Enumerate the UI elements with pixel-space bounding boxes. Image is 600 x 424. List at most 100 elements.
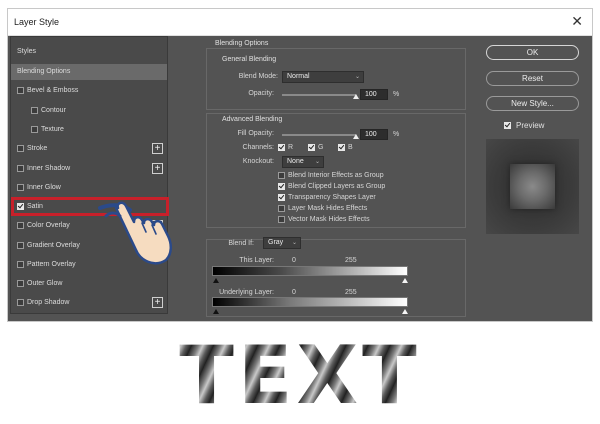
blend-mode-label: Blend Mode: — [238, 73, 278, 80]
underlying-layer-white-handle[interactable] — [402, 309, 408, 314]
blend-if-label: Blend If: — [228, 240, 254, 247]
blend-if-value: Gray — [268, 239, 284, 246]
opacity-unit: % — [393, 91, 400, 98]
checkbox-icon[interactable] — [17, 165, 24, 172]
checkbox-icon[interactable] — [17, 184, 24, 191]
ok-button[interactable]: OK — [486, 45, 579, 60]
new-style-button[interactable]: New Style... — [486, 96, 579, 111]
channel-g-label: G — [318, 144, 324, 151]
chevron-down-icon: ⌄ — [314, 159, 320, 165]
checkbox-checked-icon — [308, 144, 315, 151]
advanced-blending-title: Advanced Blending — [222, 116, 283, 123]
style-item-inner-shadow[interactable]: Inner Shadow + — [11, 161, 167, 177]
style-item-stroke[interactable]: Stroke + — [11, 141, 167, 157]
option-label: Layer Mask Hides Effects — [288, 205, 368, 212]
knockout-label: Knockout: — [242, 158, 274, 165]
this-layer-white-handle[interactable] — [402, 278, 408, 283]
this-layer-gradient-bar[interactable] — [212, 266, 408, 276]
pointing-hand-icon — [98, 201, 172, 265]
style-item-styles[interactable]: Styles — [11, 44, 167, 60]
opacity-label: Opacity: — [248, 90, 274, 97]
checkbox-icon[interactable] — [31, 107, 38, 114]
reset-button[interactable]: Reset — [486, 71, 579, 86]
styles-panel: Styles Blending Options Bevel & Emboss Cont… — [10, 36, 168, 314]
checkbox-checked-icon — [278, 144, 285, 151]
fill-opacity-slider-thumb[interactable] — [353, 134, 359, 139]
style-item-outer-glow[interactable]: Outer Glow — [11, 276, 167, 292]
style-item-bevel-emboss[interactable]: Bevel & Emboss — [11, 83, 167, 99]
checkbox-checked-icon — [278, 194, 285, 201]
fill-opacity-unit: % — [393, 131, 400, 138]
checkbox-icon — [278, 172, 285, 179]
style-item-label: Drop Shadow — [27, 299, 70, 306]
preview-label: Preview — [516, 121, 545, 130]
style-item-blending-options[interactable]: Blending Options — [11, 64, 167, 80]
blend-mode-value: Normal — [287, 73, 310, 80]
underlying-layer-label: Underlying Layer: — [219, 289, 274, 296]
close-icon[interactable]: ✕ — [571, 13, 583, 29]
style-item-inner-glow[interactable]: Inner Glow — [11, 180, 167, 196]
general-blending-title: General Blending — [222, 56, 277, 63]
opacity-input[interactable]: 100 — [360, 89, 388, 100]
underlying-layer-min: 0 — [292, 289, 296, 296]
option-label: Blend Interior Effects as Group — [288, 172, 384, 179]
style-item-label: Inner Shadow — [27, 165, 71, 172]
checkbox-icon[interactable] — [17, 222, 24, 229]
style-item-label: Contour — [41, 107, 66, 114]
fill-opacity-label: Fill Opacity: — [237, 130, 274, 137]
fill-opacity-slider-track[interactable] — [282, 134, 356, 136]
checkbox-icon[interactable] — [17, 145, 24, 152]
this-layer-max: 255 — [345, 257, 357, 264]
add-effect-plus-icon[interactable]: + — [152, 297, 163, 308]
add-effect-plus-icon[interactable]: + — [152, 163, 163, 174]
blending-options-title: Blending Options — [215, 40, 269, 47]
channel-b-label: B — [348, 144, 353, 151]
style-item-label: Pattern Overlay — [27, 261, 76, 268]
blend-mode-select[interactable]: Normal ⌄ — [282, 71, 364, 83]
underlying-layer-max: 255 — [345, 289, 357, 296]
checkbox-icon[interactable] — [31, 126, 38, 133]
chevron-down-icon: ⌄ — [291, 240, 297, 246]
style-item-label: Styles — [17, 48, 37, 55]
checkbox-checked-icon — [278, 183, 285, 190]
checkbox-checked-icon — [504, 122, 511, 129]
checkbox-icon[interactable] — [17, 261, 24, 268]
title-bar: Layer Style ✕ — [8, 9, 592, 36]
underlying-layer-black-handle[interactable] — [213, 309, 219, 314]
style-item-label: Bevel & Emboss — [27, 87, 79, 94]
chevron-down-icon: ⌄ — [354, 74, 360, 80]
option-label: Vector Mask Hides Effects — [288, 216, 370, 223]
this-layer-black-handle[interactable] — [213, 278, 219, 283]
style-preview-thumbnail — [486, 139, 579, 234]
checkbox-icon[interactable] — [17, 299, 24, 306]
checkbox-checked-icon — [338, 144, 345, 151]
style-item-label: Blending Options — [17, 68, 71, 75]
opacity-slider-thumb[interactable] — [353, 94, 359, 99]
style-item-texture[interactable]: Texture — [11, 122, 167, 138]
preview-swatch — [510, 164, 555, 209]
option-label: Transparency Shapes Layer — [288, 194, 376, 201]
channel-r-label: R — [288, 144, 294, 151]
this-layer-label: This Layer: — [239, 257, 274, 264]
blend-if-select[interactable]: Gray ⌄ — [263, 237, 301, 249]
checkbox-icon[interactable] — [17, 87, 24, 94]
style-item-label: Color Overlay — [27, 222, 70, 229]
satin-text-sample: TEXT — [0, 331, 600, 421]
knockout-value: None — [287, 158, 304, 165]
style-item-label: Gradient Overlay — [27, 242, 80, 249]
this-layer-min: 0 — [292, 257, 296, 264]
style-item-label: Inner Glow — [27, 184, 61, 191]
style-item-contour[interactable]: Contour — [11, 103, 167, 119]
style-item-label: Texture — [41, 126, 64, 133]
underlying-layer-gradient-bar[interactable] — [212, 297, 408, 307]
checkbox-icon[interactable] — [17, 242, 24, 249]
checkbox-icon[interactable] — [17, 280, 24, 287]
opacity-slider-track[interactable] — [282, 94, 356, 96]
checkbox-icon — [278, 205, 285, 212]
add-effect-plus-icon[interactable]: + — [152, 143, 163, 154]
style-item-drop-shadow[interactable]: Drop Shadow + — [11, 295, 167, 311]
knockout-select[interactable]: None ⌄ — [282, 156, 324, 168]
fill-opacity-input[interactable]: 100 — [360, 129, 388, 140]
style-item-label: Stroke — [27, 145, 48, 152]
checkbox-icon — [278, 216, 285, 223]
